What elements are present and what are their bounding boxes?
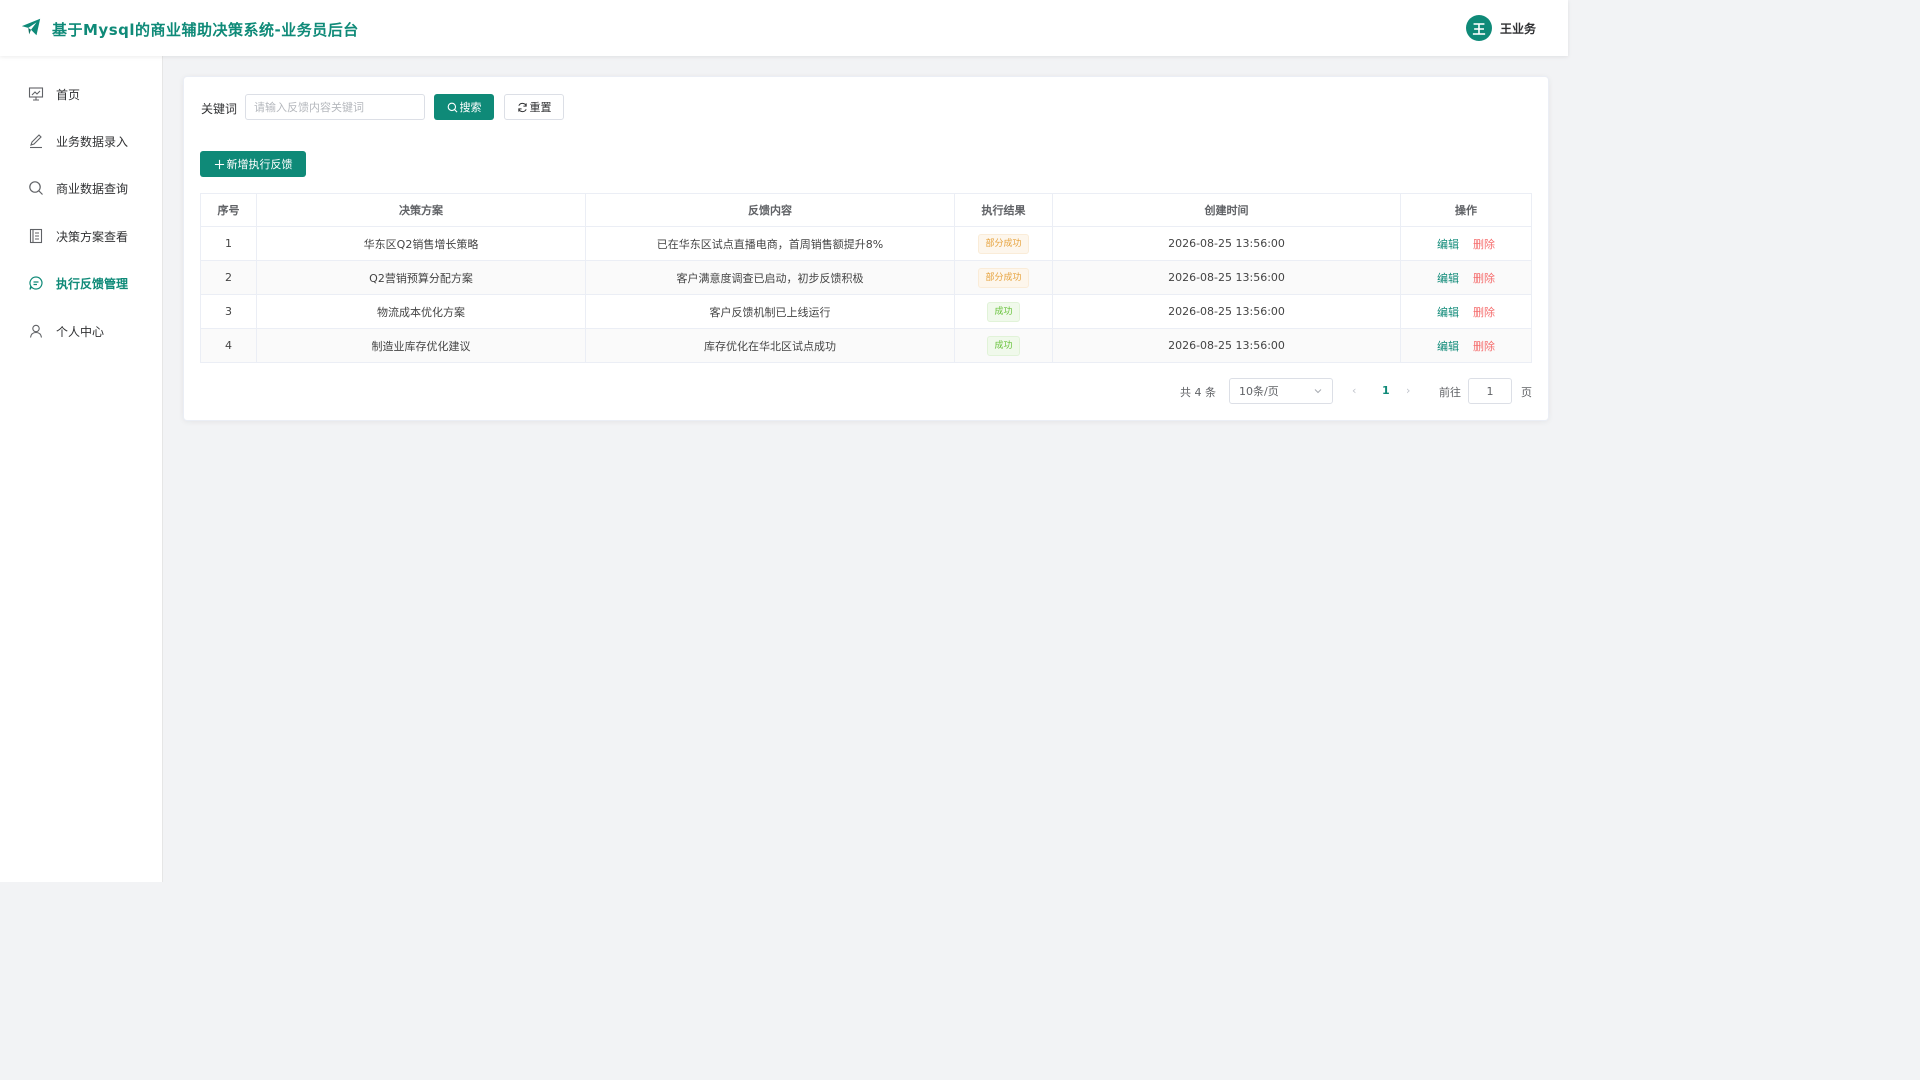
delete-button[interactable]: 删除 [1473, 272, 1495, 285]
cell-index: 4 [200, 328, 257, 363]
add-feedback-label: 新增执行反馈 [226, 158, 293, 171]
plus-icon [214, 159, 224, 169]
table-row: 4 制造业库存优化建议 库存优化在华北区试点成功 成功 2026-08-25 1… [200, 328, 1532, 363]
delete-button[interactable]: 删除 [1473, 306, 1495, 319]
sidebar-item-data-entry[interactable]: 业务数据录入 [0, 121, 162, 161]
cell-content: 客户满意度调查已启动，初步反馈积极 [585, 260, 955, 295]
status-badge: 部分成功 [978, 267, 1029, 288]
cell-actions: 编辑 删除 [1400, 294, 1532, 329]
edit-button[interactable]: 编辑 [1437, 272, 1459, 285]
sidebar-item-label: 商业数据查询 [56, 181, 129, 196]
cell-time: 2026-08-25 13:56:00 [1052, 328, 1401, 363]
column-header: 序号 [200, 193, 257, 227]
sidebar-item-profile[interactable]: 个人中心 [0, 311, 162, 351]
edit-button[interactable]: 编辑 [1437, 238, 1459, 251]
reset-button[interactable]: 重置 [504, 94, 564, 120]
sidebar-item-label: 业务数据录入 [56, 134, 129, 149]
cell-index: 2 [200, 260, 257, 295]
refresh-icon [517, 102, 527, 112]
column-header: 创建时间 [1052, 193, 1401, 227]
status-badge: 成功 [987, 335, 1020, 356]
table-row: 2 Q2营销预算分配方案 客户满意度调查已启动，初步反馈积极 部分成功 2026… [200, 260, 1532, 295]
feedback-table: 序号 决策方案 反馈内容 执行结果 创建时间 操作 1 华东区Q2销售增长策略 … [200, 193, 1532, 363]
cell-time: 2026-08-25 13:56:00 [1052, 226, 1401, 261]
reset-button-label: 重置 [529, 101, 552, 114]
cell-plan: 华东区Q2销售增长策略 [256, 226, 586, 261]
goto-label: 前往 [1439, 386, 1461, 399]
search-icon [447, 102, 457, 112]
column-header: 反馈内容 [585, 193, 955, 227]
page-unit-label: 页 [1521, 386, 1532, 399]
cell-result: 成功 [954, 328, 1053, 363]
app-title: 基于Mysql的商业辅助决策系统-业务员后台 [52, 20, 359, 39]
presentation-icon [28, 86, 44, 102]
next-page-icon[interactable]: › [1406, 384, 1410, 397]
keyword-input[interactable] [245, 94, 425, 120]
username[interactable]: 王业务 [1500, 20, 1536, 37]
search-icon [28, 180, 44, 196]
cell-result: 成功 [954, 294, 1053, 329]
cell-content: 库存优化在华北区试点成功 [585, 328, 955, 363]
cell-result: 部分成功 [954, 260, 1053, 295]
add-feedback-button[interactable]: 新增执行反馈 [200, 151, 306, 177]
page-size-value: 10条/页 [1239, 385, 1279, 398]
delete-button[interactable]: 删除 [1473, 340, 1495, 353]
table-row: 3 物流成本优化方案 客户反馈机制已上线运行 成功 2026-08-25 13:… [200, 294, 1532, 329]
sidebar-item-data-query[interactable]: 商业数据查询 [0, 168, 162, 208]
cell-result: 部分成功 [954, 226, 1053, 261]
cell-time: 2026-08-25 13:56:00 [1052, 294, 1401, 329]
cell-plan: 物流成本优化方案 [256, 294, 586, 329]
edit-button[interactable]: 编辑 [1437, 306, 1459, 319]
user-icon [28, 323, 44, 339]
paper-plane-icon [20, 16, 42, 42]
document-icon [28, 228, 44, 244]
cell-plan: Q2营销预算分配方案 [256, 260, 586, 295]
status-badge: 部分成功 [978, 233, 1029, 254]
sidebar-item-plans[interactable]: 决策方案查看 [0, 216, 162, 256]
cell-actions: 编辑 删除 [1400, 328, 1532, 363]
cell-content: 已在华东区试点直播电商，首周销售额提升8% [585, 226, 955, 261]
sidebar-item-feedback[interactable]: 执行反馈管理 [0, 263, 162, 303]
sidebar-item-label: 执行反馈管理 [56, 276, 129, 291]
top-header: 基于Mysql的商业辅助决策系统-业务员后台 王 王业务 [0, 0, 1568, 56]
cell-index: 3 [200, 294, 257, 329]
sidebar-item-label: 个人中心 [56, 324, 105, 339]
column-header: 决策方案 [256, 193, 586, 227]
chevron-down-icon [1314, 389, 1322, 394]
avatar[interactable]: 王 [1465, 15, 1492, 41]
sidebar-item-home[interactable]: 首页 [0, 74, 162, 114]
search-button[interactable]: 搜索 [434, 94, 494, 120]
cell-index: 1 [200, 226, 257, 261]
column-header: 操作 [1400, 193, 1532, 227]
prev-page-icon[interactable]: ‹ [1352, 384, 1356, 397]
table-row: 1 华东区Q2销售增长策略 已在华东区试点直播电商，首周销售额提升8% 部分成功… [200, 226, 1532, 261]
status-badge: 成功 [987, 301, 1020, 322]
sidebar-item-label: 首页 [56, 87, 81, 102]
column-header: 执行结果 [954, 193, 1053, 227]
feedback-panel: 关键词 搜索 重置 新增执行反馈 序号 决策方案 反馈内容 执行结果 创建时间 … [183, 76, 1549, 421]
sidebar: 首页 业务数据录入 商业数据查询 决策方案查看 执行反馈管理 个人中心 [0, 56, 163, 882]
cell-time: 2026-08-25 13:56:00 [1052, 260, 1401, 295]
page-size-select[interactable]: 10条/页 [1229, 378, 1333, 404]
table-header-row: 序号 决策方案 反馈内容 执行结果 创建时间 操作 [200, 193, 1532, 227]
keyword-label: 关键词 [201, 102, 238, 116]
delete-button[interactable]: 删除 [1473, 238, 1495, 251]
sidebar-item-label: 决策方案查看 [56, 229, 129, 244]
brand: 基于Mysql的商业辅助决策系统-业务员后台 [20, 16, 359, 42]
pagination: 共 4 条 10条/页 ‹ 1 › 前往 页 [184, 377, 1548, 405]
edit-button[interactable]: 编辑 [1437, 340, 1459, 353]
cell-content: 客户反馈机制已上线运行 [585, 294, 955, 329]
cell-plan: 制造业库存优化建议 [256, 328, 586, 363]
goto-page-input[interactable] [1468, 378, 1512, 404]
pen-icon [28, 133, 44, 149]
search-button-label: 搜索 [459, 101, 482, 114]
page-number-current[interactable]: 1 [1382, 384, 1390, 397]
total-count: 共 4 条 [1180, 386, 1216, 399]
cell-actions: 编辑 删除 [1400, 226, 1532, 261]
chat-icon [28, 275, 44, 291]
user-menu[interactable]: 王 王业务 [1465, 15, 1536, 41]
cell-actions: 编辑 删除 [1400, 260, 1532, 295]
